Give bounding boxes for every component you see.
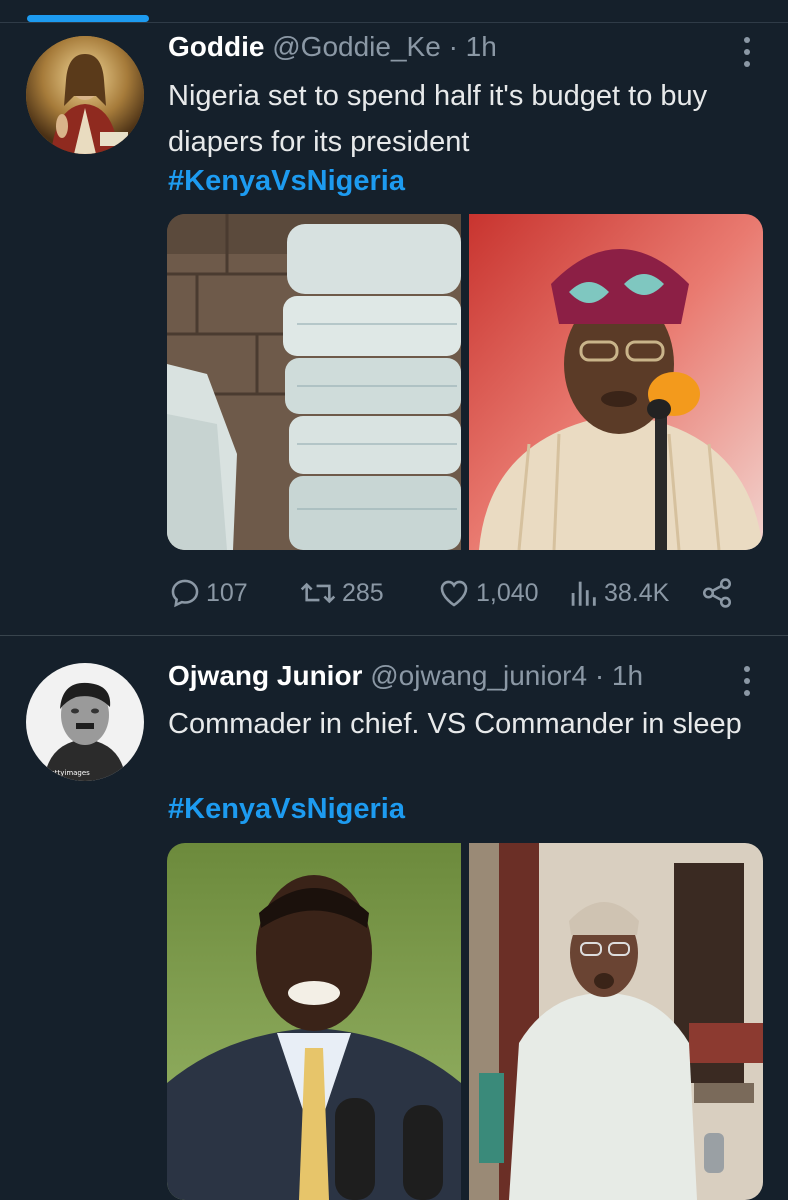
separator: ·	[594, 660, 605, 691]
share-icon	[702, 578, 732, 608]
like-count: 1,040	[476, 578, 539, 607]
man-at-microphone-photo[interactable]	[469, 214, 763, 550]
retweet-count: 285	[342, 578, 384, 607]
author-name[interactable]: Goddie	[168, 31, 264, 62]
separator: ·	[448, 31, 458, 62]
svg-text:gettyimages: gettyimages	[46, 769, 90, 777]
more-options-icon[interactable]	[740, 37, 754, 73]
reply-count: 107	[206, 578, 248, 607]
active-tab-indicator	[27, 15, 149, 22]
man-in-suit-photo[interactable]	[167, 843, 461, 1200]
hashtag-link[interactable]: #KenyaVsNigeria	[168, 165, 405, 198]
tweet-actions: 107 285 1,040 38.4K	[168, 573, 748, 613]
author-name[interactable]: Ojwang Junior	[168, 660, 362, 691]
tweet[interactable]: gettyimages Ojwang Junior @ojwang_junior…	[0, 636, 788, 1200]
hashtag-link[interactable]: #KenyaVsNigeria	[168, 793, 405, 826]
reply-icon	[171, 579, 199, 608]
views-button[interactable]: 38.4K	[566, 573, 669, 613]
timestamp[interactable]: 1h	[466, 31, 497, 62]
retweet-button[interactable]: 285	[298, 573, 384, 613]
like-button[interactable]: 1,040	[436, 573, 539, 613]
tweet-text: Commader in chief. VS Commander in sleep	[168, 708, 742, 740]
views-icon	[571, 581, 596, 606]
tweet-text: Nigeria set to spend half it's budget to…	[168, 80, 708, 158]
avatar[interactable]: gettyimages	[26, 663, 144, 781]
media-grid[interactable]	[167, 214, 763, 550]
reply-button[interactable]: 107	[168, 573, 248, 613]
heart-icon	[440, 580, 468, 607]
timestamp[interactable]: 1h	[612, 660, 643, 691]
tweet[interactable]: Goddie @Goddie_Ke · 1h Nigeria set to sp…	[0, 23, 788, 635]
tweet-header: Ojwang Junior @ojwang_junior4 · 1h	[168, 660, 728, 692]
media-grid[interactable]	[167, 843, 763, 1200]
more-options-icon[interactable]	[740, 666, 754, 702]
retweet-icon	[300, 582, 336, 604]
elderly-man-photo[interactable]	[469, 843, 763, 1200]
diapers-photo[interactable]	[167, 214, 461, 550]
avatar[interactable]	[26, 36, 144, 154]
share-button[interactable]	[700, 573, 734, 613]
author-handle[interactable]: @Goddie_Ke	[272, 31, 441, 62]
tweet-header: Goddie @Goddie_Ke · 1h	[168, 31, 728, 63]
author-handle[interactable]: @ojwang_junior4	[370, 660, 587, 691]
view-count: 38.4K	[604, 578, 670, 607]
